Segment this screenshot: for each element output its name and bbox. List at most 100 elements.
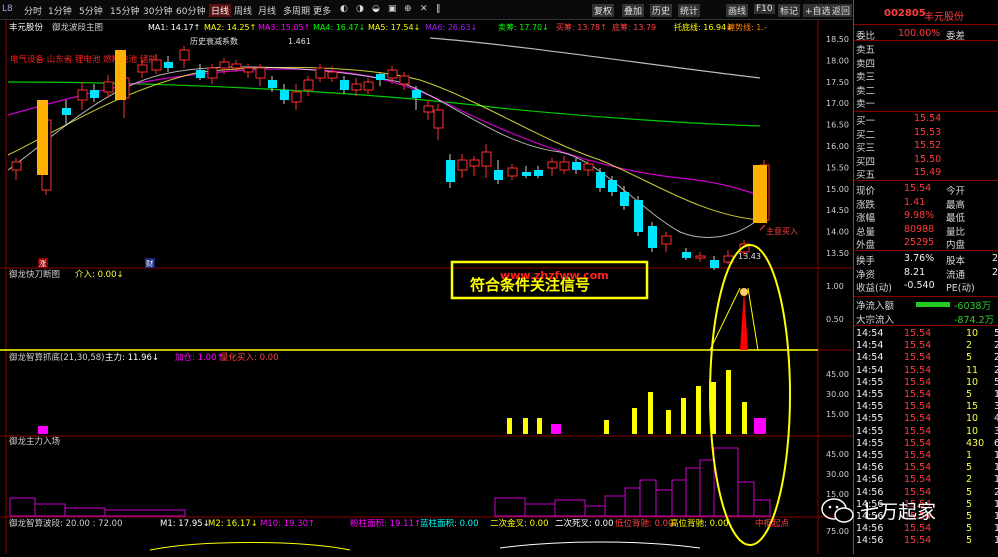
tick-vol: 5 [966,535,973,547]
stat2-label: 净资 [856,269,876,281]
tick-count: 6 [994,437,998,449]
price-tick-1: 18.00 [826,56,849,65]
tab-30min[interactable]: 30分钟 [143,4,172,17]
tick-price: 15.54 [904,425,932,437]
toolbar-icon-5[interactable]: ⊕ [404,4,412,14]
yellow-signal-bar-1 [37,100,48,175]
toolbar-icon-2[interactable]: ◑ [356,4,364,14]
candle-body-45 [608,180,617,192]
low-price-label: 13.43 [738,252,761,261]
toolbar-icon-1[interactable]: ◐ [340,4,348,14]
buy-price: 15.53 [914,126,942,138]
buy-annotation: 主意买入 [766,226,798,236]
toolbar-icon-l8[interactable]: L8 [2,4,13,14]
marker-cai-text: 财 [146,258,154,268]
tab-5min[interactable]: 5分钟 [79,4,103,17]
bottom-item-8: 高位背驰: 0.00 [670,518,729,529]
tick-price: 15.54 [904,328,932,339]
buy-price: 15.54 [914,113,942,124]
candle-body-40 [547,161,558,169]
stat-row-4: 外盘 25295 内盘 [854,237,998,251]
stat-value: 9.98% [904,210,935,221]
back-button[interactable]: 返回 [830,4,853,17]
tick-count: 2 [994,352,998,364]
candle-body-44 [596,172,605,188]
toolbar-icon-7[interactable]: ‖ [436,4,441,14]
ma-label-0: MA1: 14.17↑ [148,23,200,32]
toolbar-icon-4[interactable]: ▣ [388,4,397,14]
tick-time: 14:55 [856,389,884,400]
panel2-label: 介入: 0.00↓ [75,270,124,280]
tick-time: 14:55 [856,437,884,449]
sell-label: 卖三 [856,72,876,83]
tab-15min[interactable]: 15分钟 [110,4,139,17]
tab-60min[interactable]: 60分钟 [176,4,205,17]
sell-row-1: 卖四 [854,56,998,70]
ma-label-9: 托底线: 16.94↓ [674,22,733,32]
stat-label2: 最低 [946,213,966,224]
buy-row-4: 买五 15.49 [854,167,998,181]
sell-label: 卖二 [856,85,876,97]
tick-price: 15.54 [904,389,932,400]
fuquan-button[interactable]: 复权 [592,4,615,17]
net-flow-bar [916,302,950,307]
buy-label: 买三 [856,143,876,154]
sector-tags: 电气设备 山东省 锂电池 燃料电池 储能 [10,54,157,65]
tab-1min[interactable]: 1分钟 [48,4,72,17]
candle-body-5 [103,81,114,93]
buy-label: 买二 [856,129,876,141]
stat-row-2: 涨幅 9.98% 最低 [854,210,998,224]
panel3-title: 御龙智算抓底(21,30,58) [9,352,105,363]
tick-vol: 10 [966,413,979,425]
ma-label-8: 底筹: 13.79 [612,22,656,32]
tick-time: 14:54 [856,340,884,352]
tick-count: 3 [994,425,998,437]
candle-body-46 [620,192,629,206]
tick-time: 14:55 [856,413,884,425]
chart-area[interactable]: 丰元股份 御龙波段主图 MA1: 14.17↑ MA2: 14.25↑ MA3: 1… [0,20,853,554]
stat2-label: 收益(动) [856,283,892,294]
candle-body-33 [457,159,468,171]
tick-vol: 2 [966,474,973,486]
add-watchlist-button[interactable]: +自选 [803,4,833,17]
mark-button[interactable]: 标记 [778,4,801,17]
tab-monthly[interactable]: 月线 [258,4,276,17]
candle-body-2 [62,108,71,115]
stock-code: 002805 [884,8,926,19]
f10-button[interactable]: F10 [754,4,775,14]
wechat-icon: 七万起家 [821,498,936,523]
tick-row-12: 14:56 15.54 2 1 [854,474,998,486]
weibi-row: 委比 100.00% 委差 [854,28,998,42]
stat2-label2: 流通 [946,269,966,281]
tab-weekly[interactable]: 周线 [234,4,252,17]
price-tick-7: 15.00 [826,185,849,194]
tick-time: 14:55 [856,450,884,461]
tick-vol: 5 [966,352,973,364]
bottom-item-5: 二次金叉: 0.00 [490,518,549,529]
stat-row-0: 现价 15.54 今开 [854,183,998,197]
tab-multi-period[interactable]: 多周期 [283,4,310,17]
stat-value: 25295 [904,237,935,248]
kline-chart-svg: 丰元股份 御龙波段主图 MA1: 14.17↑ MA2: 14.25↑ MA3: 1… [0,20,853,554]
buy-label: 买四 [856,156,876,168]
tab-daily[interactable]: 日线 [209,4,232,17]
tab-fenshi[interactable]: 分时 [24,4,42,17]
buy-price: 15.49 [914,167,942,178]
tick-row-4: 14:55 15.54 10 5 [854,377,998,389]
tick-row-10: 14:55 15.54 1 1 [854,450,998,462]
history-button[interactable]: 历史 [650,4,673,17]
draw-button[interactable]: 画线 [726,4,749,17]
stat2-label2: 股本 [946,256,966,267]
candle-body-16 [255,67,266,79]
toolbar-icon-6[interactable]: ✕ [420,4,428,14]
signal-dot [740,288,748,296]
candle-body-51 [695,255,706,259]
overlay-button[interactable]: 叠加 [622,4,645,17]
tick-time: 14:56 [856,462,884,474]
stats-button[interactable]: 统计 [678,4,701,17]
stat-value: 80988 [904,223,935,235]
toolbar-icon-3[interactable]: ◒ [372,4,380,14]
tab-more[interactable]: 更多 [313,4,331,17]
stat-label2: 量比 [946,226,966,238]
tick-row-3: 14:54 15.54 11 2 [854,365,998,377]
